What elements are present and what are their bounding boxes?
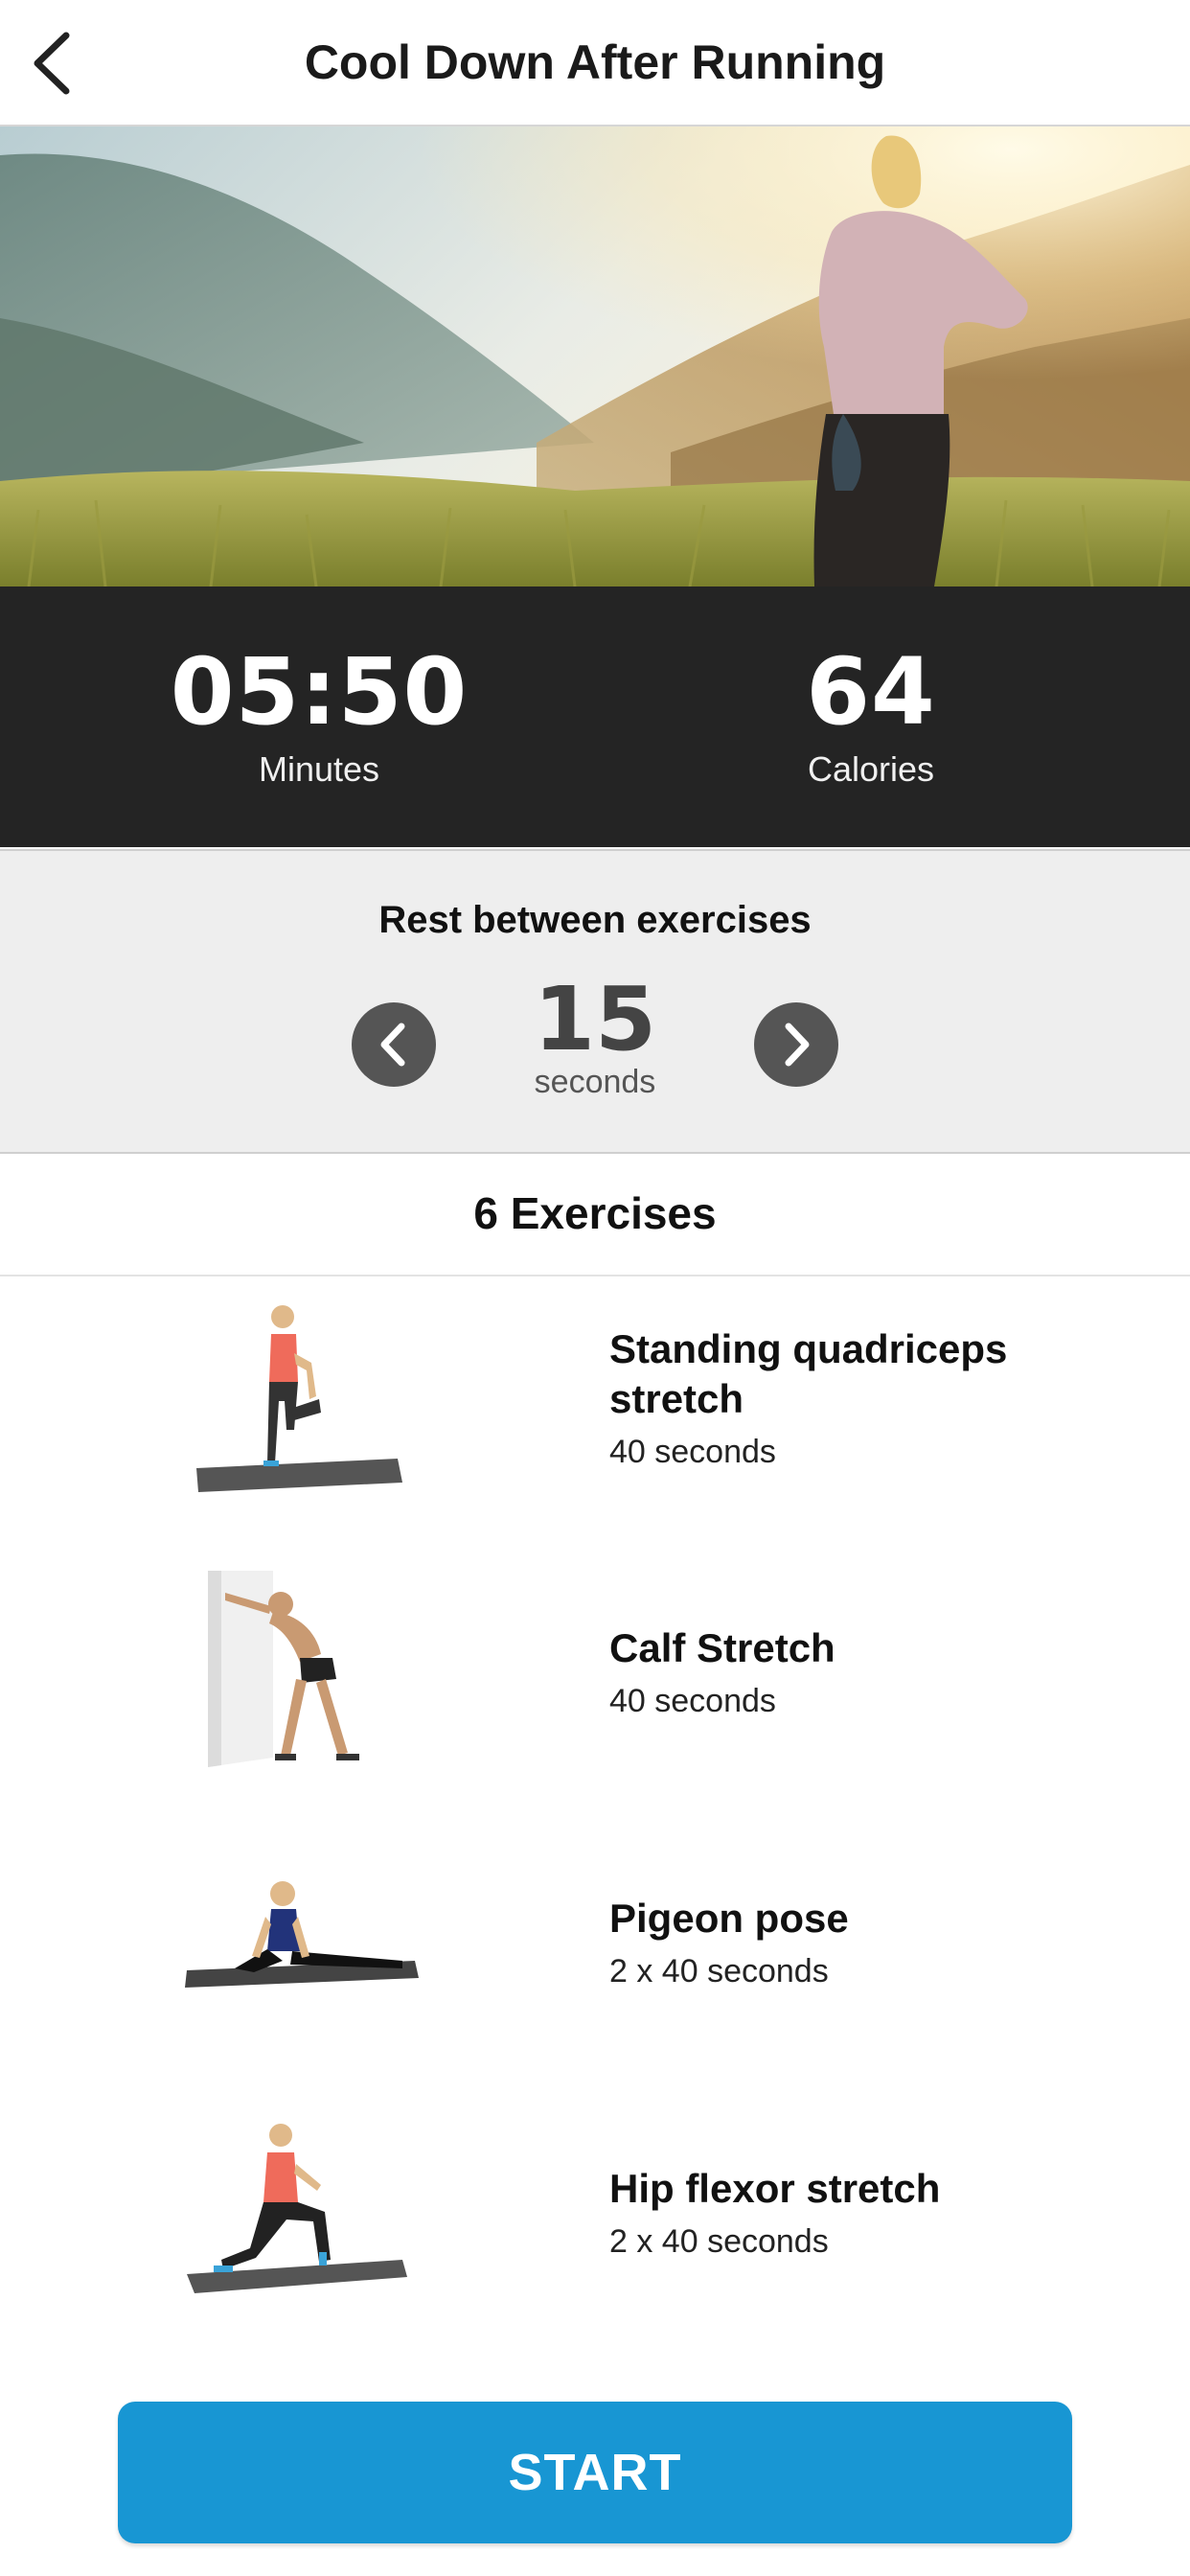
page-title: Cool Down After Running	[304, 35, 886, 89]
exercise-count: 6 Exercises	[473, 1188, 717, 1238]
duration-label: Minutes	[258, 749, 380, 789]
hip-flexor-stretch-image	[187, 2124, 407, 2293]
exercise-name: Standing quadriceps stretch	[609, 1326, 1008, 1421]
chevron-left-icon	[380, 1023, 405, 1067]
exercise-count-header: 6 Exercises	[0, 1152, 1190, 1276]
rest-unit-label: seconds	[534, 1064, 656, 1100]
workout-stats-bar: 05:50 Minutes 64 Calories	[0, 586, 1190, 847]
exercise-name: Hip flexor stretch	[609, 2166, 941, 2211]
workout-detail-screen: Cool Down After Running 05:50 Minutes 64…	[0, 0, 1190, 2576]
exercise-duration: 2 x 40 seconds	[609, 1953, 829, 1990]
exercise-info: Calf Stretch 40 seconds	[609, 1623, 1146, 1720]
start-button[interactable]: START	[118, 2402, 1072, 2543]
top-bar: Cool Down After Running	[0, 0, 1190, 126]
list-item[interactable]: Standing quadriceps stretch 40 seconds	[0, 1276, 1190, 1535]
calories-label: Calories	[807, 749, 935, 789]
hero-image	[0, 126, 1190, 586]
back-button[interactable]	[17, 27, 84, 100]
rest-seconds-value: 15	[533, 968, 657, 1070]
pigeon-pose-image	[185, 1881, 419, 1988]
rest-interval-section: Rest between exercises 15 seconds	[0, 849, 1190, 1154]
duration-value: 05:50	[170, 638, 469, 746]
list-item[interactable]: Hip flexor stretch 2 x 40 seconds	[0, 2087, 1190, 2346]
exercise-info: Standing quadriceps stretch 40 seconds	[609, 1324, 1146, 1471]
decrease-rest-button[interactable]	[352, 1002, 436, 1087]
chevron-right-icon	[785, 1023, 810, 1067]
list-item[interactable]: Pigeon pose 2 x 40 seconds	[0, 1817, 1190, 2076]
calories-value: 64	[806, 638, 936, 746]
increase-rest-button[interactable]	[754, 1002, 838, 1087]
standing-quad-stretch-image	[196, 1305, 402, 1492]
exercise-name: Calf Stretch	[609, 1625, 835, 1670]
exercise-duration: 40 seconds	[609, 1683, 776, 1719]
duration-stat: 05:50 Minutes	[127, 644, 511, 790]
exercise-duration: 2 x 40 seconds	[609, 2223, 829, 2260]
list-item[interactable]: Calf Stretch 40 seconds	[0, 1547, 1190, 1806]
calories-stat: 64 Calories	[679, 644, 1063, 790]
exercise-info: Pigeon pose 2 x 40 seconds	[609, 1894, 1146, 1990]
exercise-info: Hip flexor stretch 2 x 40 seconds	[609, 2164, 1146, 2261]
rest-title: Rest between exercises	[378, 899, 812, 941]
chevron-left-icon	[34, 32, 70, 95]
calf-stretch-image	[208, 1571, 359, 1767]
exercise-name: Pigeon pose	[609, 1896, 849, 1941]
exercise-duration: 40 seconds	[609, 1434, 776, 1470]
